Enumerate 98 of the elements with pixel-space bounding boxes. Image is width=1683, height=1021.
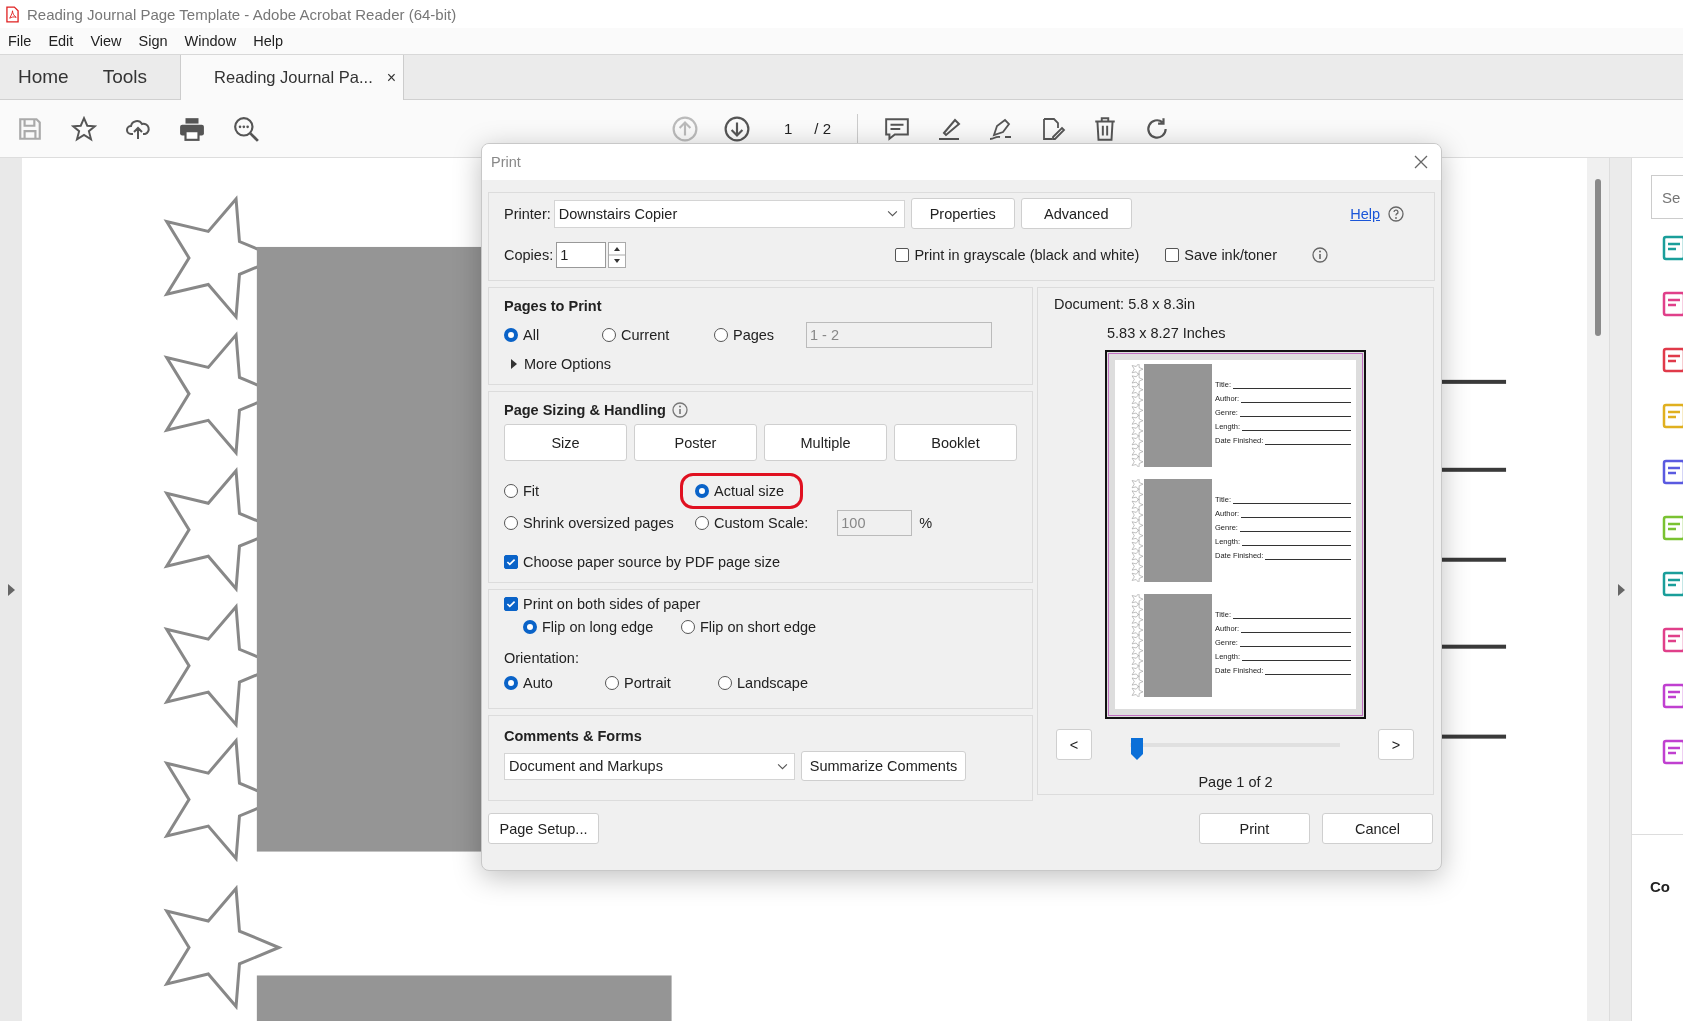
section-heading: Pages to Print [504,298,603,314]
window-title: Reading Journal Page Template - Adobe Acrobat Reader (64-bit) [27,5,457,23]
pdf-icon [6,5,19,23]
previous-page-button[interactable]: < [1056,729,1092,760]
next-page-button[interactable]: > [1378,729,1414,760]
radio-button[interactable] [504,676,518,690]
radio-button[interactable] [602,328,616,342]
scrollbar-thumb[interactable] [1595,179,1601,336]
checkbox-label: Print in grayscale (black and white) [914,247,1140,263]
menu-item[interactable]: Help [253,33,283,49]
menu-item[interactable]: Window [184,33,237,49]
arrow-down-icon[interactable] [724,115,750,142]
radio-button[interactable] [605,676,619,690]
radio-label: Fit [523,483,540,499]
document-tab[interactable]: Reading Journal Pa... × [180,55,405,100]
radio-button[interactable] [695,484,709,498]
percent-sign: % [919,515,933,531]
close-icon[interactable] [1414,155,1428,169]
info-icon[interactable] [1312,247,1328,263]
menu-item[interactable]: View [90,33,122,49]
chevron-down-icon[interactable] [886,210,898,217]
menu-item[interactable]: Edit [48,33,74,49]
radio-label: Actual size [714,483,785,499]
radio-button[interactable] [504,516,518,530]
radio-button[interactable] [681,620,695,634]
document-icon[interactable] [1662,235,1683,261]
search-icon[interactable] [233,115,259,142]
edit-document-icon[interactable] [1040,115,1067,142]
close-tab-button[interactable]: × [386,68,397,87]
expand-arrow-icon[interactable] [7,583,15,596]
radio-label: Shrink oversized pages [523,515,674,531]
radio-button[interactable] [504,484,518,498]
radio-label: All [523,327,540,343]
page-total: / 2 [814,120,832,137]
radio-button[interactable] [695,516,709,530]
nav-tab[interactable]: Tools [84,55,164,99]
checkbox[interactable] [504,555,518,569]
dialog-button[interactable]: Print [1199,813,1310,844]
radio-label: Auto [523,675,553,691]
search-field[interactable]: Se [1651,175,1683,219]
dialog-button[interactable]: Advanced [1020,198,1132,229]
info-icon[interactable] [671,402,688,418]
orientation-label: Orientation: [504,650,580,666]
radio-button[interactable] [714,328,728,342]
slider-thumb[interactable] [1130,736,1144,761]
checkbox-label: Choose paper source by PDF page size [523,554,781,570]
radio-button[interactable] [504,328,518,342]
printer-label: Printer: [504,205,551,222]
radio-label: Landscape [737,675,808,691]
summarize-comments-button[interactable]: Summarize Comments [801,751,966,781]
spinner-icon[interactable] [608,242,627,268]
checkbox[interactable] [895,248,910,262]
radio-label: Custom Scale: [714,515,809,531]
radio-label: Flip on long edge [542,619,654,635]
dialog-button[interactable]: Cancel [1322,813,1433,844]
menu-item[interactable]: File [8,33,32,49]
panel-heading: Co [1650,878,1670,895]
more-options-toggle[interactable]: More Options [524,356,612,372]
document-size: Document: 5.8 x 8.3in [1054,296,1196,312]
comments-dropdown[interactable]: Document and Markups [504,752,795,780]
section-heading: Comments & Forms [504,728,643,744]
expand-arrow-icon[interactable] [1616,583,1625,596]
sizing-mode-button[interactable]: Booklet [894,424,1017,461]
document-icon[interactable] [1662,683,1683,709]
dialog-title: Print [491,154,521,170]
radio-label: Portrait [624,675,671,691]
checkbox[interactable] [504,597,518,611]
chevron-down-icon[interactable] [777,762,788,770]
page-indicator: Page 1 of 2 [1198,774,1273,790]
section-heading: Page Sizing & Handling [504,402,666,418]
sizing-mode-button[interactable]: Poster [634,424,757,461]
copies-field[interactable]: 1 [556,242,607,268]
paper-size: 5.83 x 8.27 Inches [1107,325,1226,341]
checkbox-label: Print on both sides of paper [523,596,701,612]
checkbox[interactable] [1165,248,1180,262]
dialog-button[interactable]: Properties [910,198,1015,229]
nav-tab[interactable]: Home [0,55,85,99]
print-icon[interactable] [179,115,205,142]
checkbox-label: Save ink/toner [1184,247,1277,263]
document-icon[interactable] [1662,459,1683,485]
radio-label: Pages [733,327,775,343]
radio-button[interactable] [523,620,537,634]
disclosure-triangle-icon[interactable] [511,359,517,369]
page-number-field[interactable]: 1 [784,120,793,137]
page-setup-button[interactable]: Page Setup... [488,813,599,844]
star-icon[interactable] [71,115,97,142]
printer-dropdown[interactable]: Downstairs Copier [553,199,905,228]
document-icon[interactable] [1662,571,1683,597]
sizing-mode-button[interactable]: Size [504,424,627,461]
copies-label: Copies: [504,247,554,263]
help-icon[interactable] [1388,205,1404,222]
help-link[interactable]: Help [1350,205,1380,222]
radio-label: Flip on short edge [700,619,817,635]
radio-button[interactable] [718,676,732,690]
menu-item[interactable]: Sign [138,33,168,49]
radio-label: Current [621,327,670,343]
sizing-mode-button[interactable]: Multiple [764,424,887,461]
document-icon[interactable] [1662,347,1683,373]
